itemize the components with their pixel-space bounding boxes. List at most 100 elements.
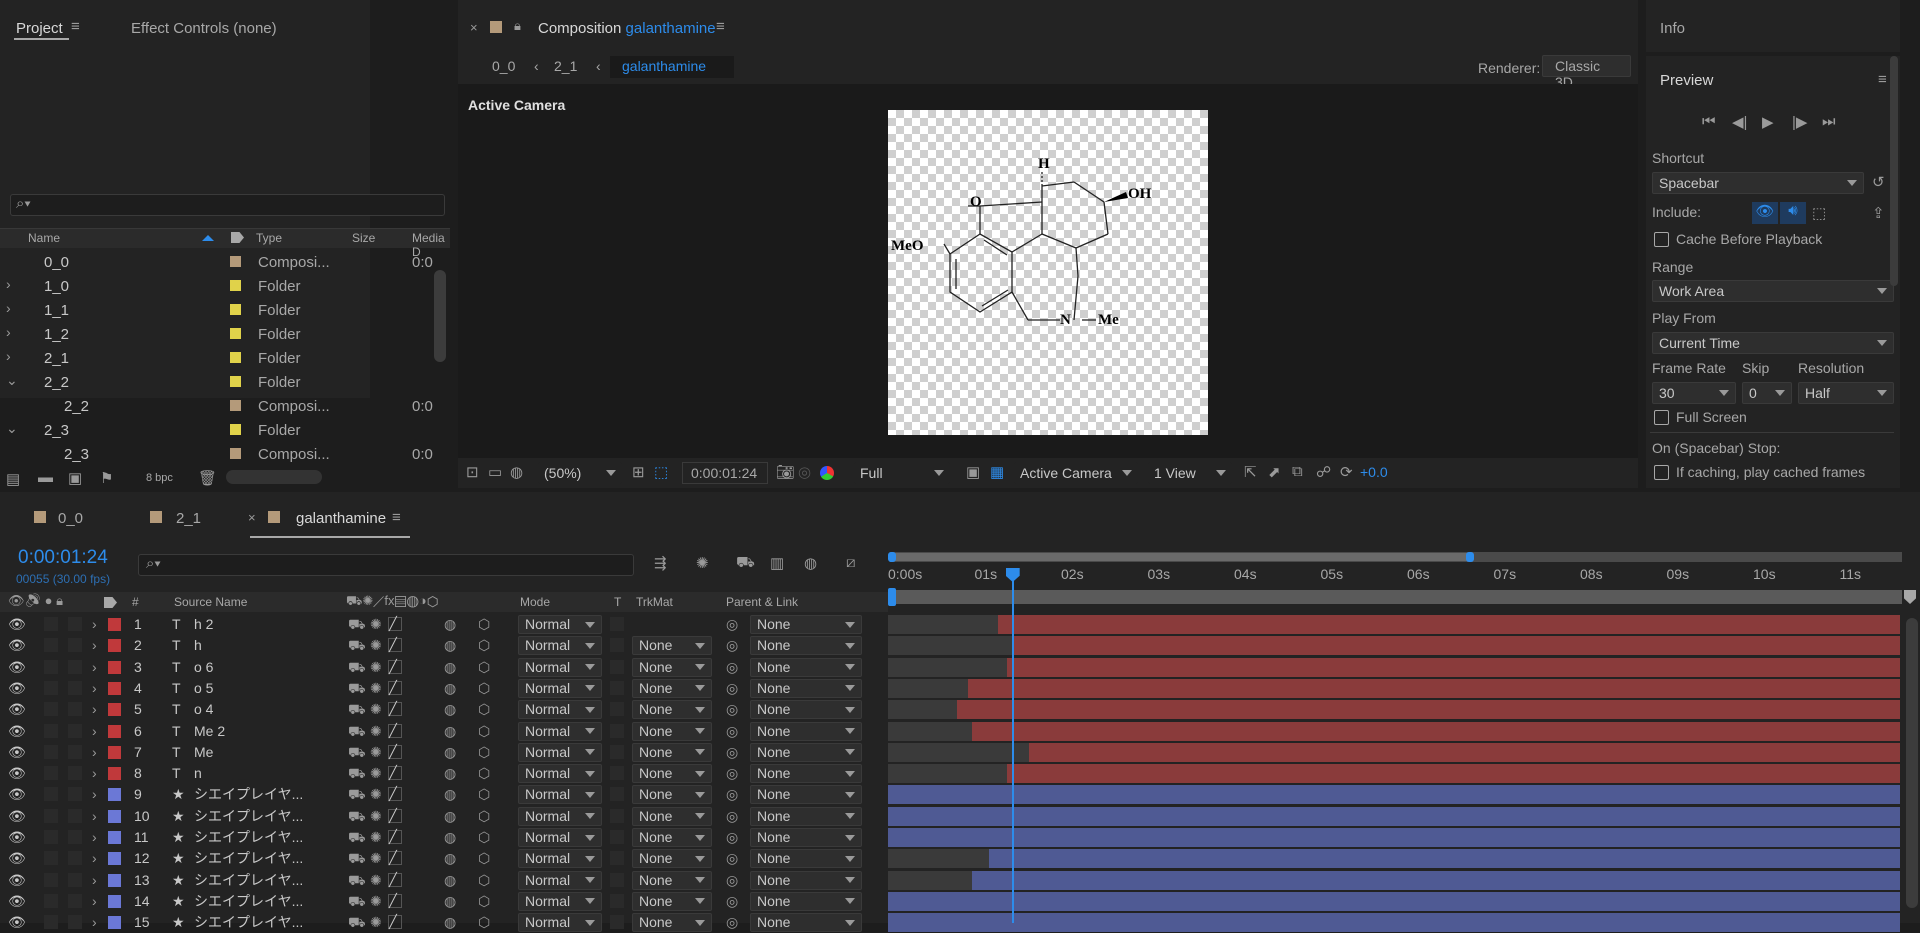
expand-arrow-icon[interactable]: › [92,635,97,656]
solo-toggle[interactable] [68,787,82,802]
label-swatch[interactable] [230,280,241,291]
mode-select[interactable]: Normal [518,615,602,634]
label-swatch[interactable] [230,424,241,435]
layer-duration-bar[interactable] [1007,764,1900,784]
shy-switch-icon[interactable]: ⛟ [348,742,366,763]
audio-toggle[interactable] [44,744,58,759]
col-mode[interactable]: Mode [520,595,550,609]
layer-row[interactable]: 👁︎ › 2 T h ⛟ ✺ ╱ ◍ ⬡ Normal None ◎ None [0,635,888,656]
project-item[interactable]: › 2_1 Folder [0,346,430,709]
visibility-eye-icon[interactable]: 👁︎ [8,848,26,869]
parent-select[interactable]: None [750,615,862,634]
mode-select[interactable]: Normal [518,636,602,656]
cache-before-playback-checkbox[interactable] [1654,232,1669,247]
layer-row[interactable]: 👁︎ › 3 T o 6 ⛟ ✺ ╱ ◍ ⬡ Normal None ◎ Non… [0,657,888,678]
audio-toggle[interactable] [44,617,58,631]
first-frame-icon[interactable]: ⏮ [1702,113,1716,130]
project-h-scrollbar[interactable] [226,470,322,484]
work-area-range[interactable] [890,553,1472,561]
label-color[interactable] [108,660,121,674]
solo-toggle[interactable] [68,638,82,653]
label-color[interactable] [108,703,121,717]
pick-whip-icon[interactable]: ◎ [726,699,738,720]
visibility-eye-icon[interactable]: 👁︎ [8,678,26,699]
label-color[interactable] [108,831,121,844]
expand-arrow-icon[interactable]: › [92,848,97,869]
parent-select[interactable]: None [750,764,862,784]
layer-row[interactable]: 👁︎ › 7 T Me ⛟ ✺ ╱ ◍ ⬡ Normal None ◎ None [0,742,888,763]
mode-select[interactable]: Normal [518,700,602,720]
breadcrumb-0[interactable]: 0_0 [492,58,515,74]
pick-whip-icon[interactable]: ◎ [726,827,738,848]
audio-toggle[interactable] [44,766,58,781]
layer-duration-bar[interactable] [971,721,1900,741]
pick-whip-icon[interactable]: ◎ [726,870,738,891]
3d-layer-switch-icon[interactable]: ⬡ [478,614,490,635]
quality-switch-icon[interactable]: ╱ [388,702,402,717]
layer-row[interactable]: 👁︎ › 14 ★ シエイプレイヤ... ⛟ ✺ ╱ ◍ ⬡ Normal No… [0,891,888,912]
project-menu-icon[interactable]: ≡ [71,18,80,35]
mode-select[interactable]: Normal [518,806,602,826]
preserve-transparency-toggle[interactable] [610,915,624,930]
preview-menu-icon[interactable]: ≡ [1878,71,1887,88]
parent-select[interactable]: None [750,678,862,698]
grid-icon[interactable]: ⊞ [632,463,645,481]
collapse-switch-icon[interactable]: ✺ [370,678,382,699]
comp-mini-flowchart-icon[interactable]: ⇶ [654,554,667,572]
mode-select[interactable]: Normal [518,657,602,677]
layer-name[interactable]: h 2 [194,614,334,635]
project-item[interactable]: ⌄ 2_2 Folder [0,370,430,757]
solo-toggle[interactable] [68,766,82,781]
trash-icon[interactable]: 🗑 [198,469,217,487]
audio-toggle[interactable] [44,638,58,653]
snapshot-monitor-icon[interactable]: ⊡ [466,463,479,481]
mode-select[interactable]: Normal [518,849,602,869]
pick-whip-icon[interactable]: ◎ [726,848,738,869]
preserve-transparency-toggle[interactable] [610,659,624,674]
exposure-value[interactable]: +0.0 [1360,464,1388,480]
shy-switch-icon[interactable]: ⛟ [348,848,366,869]
col-type[interactable]: Type [256,231,282,245]
layer-row[interactable]: 👁︎ › 9 ★ シエイプレイヤ... ⛟ ✺ ╱ ◍ ⬡ Normal Non… [0,784,888,805]
3d-layer-switch-icon[interactable]: ⬡ [478,721,490,742]
label-swatch[interactable] [230,448,241,459]
visibility-eye-icon[interactable]: 👁︎ [8,614,26,635]
label-color[interactable] [108,618,121,631]
expander[interactable]: › [6,348,11,364]
layer-name[interactable]: Me 2 [194,721,334,742]
pick-whip-icon[interactable]: ◎ [726,742,738,763]
range-select[interactable]: Work Area [1652,280,1894,302]
comp-start-marker[interactable] [888,588,896,606]
quality-switch-icon[interactable]: ╱ [388,851,402,866]
motion-blur-switch-icon[interactable]: ◍ [444,848,456,869]
audio-toggle[interactable] [44,893,58,908]
collapse-switch-icon[interactable]: ✺ [370,721,382,742]
label-color[interactable] [108,788,121,802]
3d-layer-switch-icon[interactable]: ⬡ [478,742,490,763]
new-folder-icon[interactable]: ▬ [38,469,53,486]
trkmat-select[interactable]: None [632,636,712,656]
motion-blur-switch-icon[interactable]: ◍ [444,678,456,699]
include-audio-icon[interactable]: 🔊︎ [1780,202,1806,224]
comp-flowchart-icon[interactable]: ☍ [1316,463,1331,481]
show-snapshot-icon[interactable]: ◎ [798,463,811,481]
region-of-interest-icon[interactable]: ⬚ [654,463,668,481]
layer-duration-bar[interactable] [1028,742,1900,762]
visibility-eye-icon[interactable]: 👁︎ [8,721,26,742]
interpret-footage-icon[interactable]: ▤ [6,470,20,488]
trkmat-select[interactable]: None [632,785,712,805]
draft-3d-icon[interactable]: ⬈ [1268,463,1281,481]
parent-select[interactable]: None [750,891,862,911]
parent-select[interactable]: None [750,849,862,869]
layer-row[interactable]: 👁︎ › 13 ★ シエイプレイヤ... ⛟ ✺ ╱ ◍ ⬡ Normal No… [0,870,888,891]
solo-toggle[interactable] [68,702,82,717]
quality-switch-icon[interactable]: ╱ [388,659,402,674]
collapse-switch-icon[interactable]: ✺ [370,635,382,656]
close-tab-icon[interactable]: × [248,510,256,525]
parent-select[interactable]: None [750,657,862,677]
audio-toggle[interactable] [44,872,58,887]
solo-toggle[interactable] [68,808,82,823]
include-video-icon[interactable]: 👁︎ [1752,202,1778,224]
collapse-switch-icon[interactable]: ✺ [370,848,382,869]
draft-3d-timeline-icon[interactable]: ✺ [696,554,709,572]
